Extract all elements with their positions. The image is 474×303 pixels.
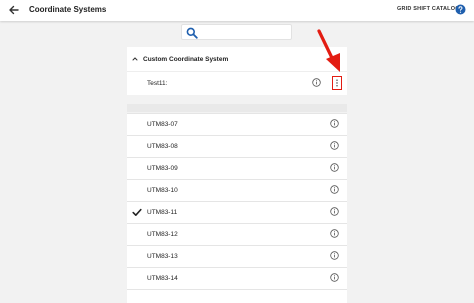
custom-section-header[interactable]: Custom Coordinate System (127, 47, 347, 71)
page-title: Coordinate Systems (29, 5, 107, 14)
info-icon[interactable] (330, 273, 339, 282)
custom-section-title: Custom Coordinate System (143, 56, 229, 63)
list-item-label: UTM83-11 (147, 209, 178, 216)
list-item-label: UTM83-08 (147, 143, 178, 150)
list-item-selected[interactable]: UTM83-11 (127, 201, 347, 223)
coordinate-system-list: UTM83-07 UTM83-08 UTM83-09 UTM83-10 UTM8… (127, 113, 347, 303)
chevron-up-icon[interactable] (132, 56, 138, 62)
search-icon[interactable] (186, 27, 198, 39)
list-item[interactable] (127, 289, 347, 303)
custom-entry-more-button[interactable] (332, 76, 342, 90)
section-separator (127, 104, 347, 112)
list-item[interactable]: UTM83-08 (127, 135, 347, 157)
custom-coordinate-system-panel: Custom Coordinate System Test11: (127, 47, 347, 95)
arrow-left-icon[interactable] (7, 3, 21, 17)
list-item-label: UTM83-09 (147, 165, 178, 172)
list-item[interactable]: UTM83-09 (127, 157, 347, 179)
app-bar: Coordinate Systems GRID SHIFT CATALOG (0, 0, 474, 21)
more-vert-icon (336, 79, 338, 87)
annotation-arrow-icon (317, 29, 340, 72)
info-icon[interactable] (330, 207, 339, 216)
info-icon[interactable] (330, 119, 339, 128)
search-box[interactable] (181, 24, 292, 40)
list-item-label: UTM83-13 (147, 253, 178, 260)
info-icon[interactable] (330, 141, 339, 150)
info-icon[interactable] (330, 163, 339, 172)
list-item-label: UTM83-14 (147, 275, 178, 282)
grid-shift-catalog-button[interactable]: GRID SHIFT CATALOG (397, 6, 460, 12)
info-icon[interactable] (312, 78, 321, 87)
list-item[interactable]: UTM83-07 (127, 113, 347, 135)
checkmark-icon (132, 208, 142, 216)
list-item-label: UTM83-10 (147, 187, 178, 194)
list-item[interactable]: UTM83-12 (127, 223, 347, 245)
list-item-label: UTM83-12 (147, 231, 178, 238)
search-input[interactable] (200, 27, 288, 38)
info-icon[interactable] (330, 229, 339, 238)
list-item[interactable]: UTM83-13 (127, 245, 347, 267)
custom-entry-row[interactable]: Test11: (127, 72, 347, 94)
info-icon[interactable] (330, 251, 339, 260)
list-item[interactable]: UTM83-10 (127, 179, 347, 201)
list-item[interactable]: UTM83-14 (127, 267, 347, 289)
custom-entry-label: Test11: (147, 80, 168, 87)
info-icon[interactable] (330, 185, 339, 194)
list-item-label: UTM83-07 (147, 121, 178, 128)
help-circle-icon[interactable] (455, 4, 466, 15)
